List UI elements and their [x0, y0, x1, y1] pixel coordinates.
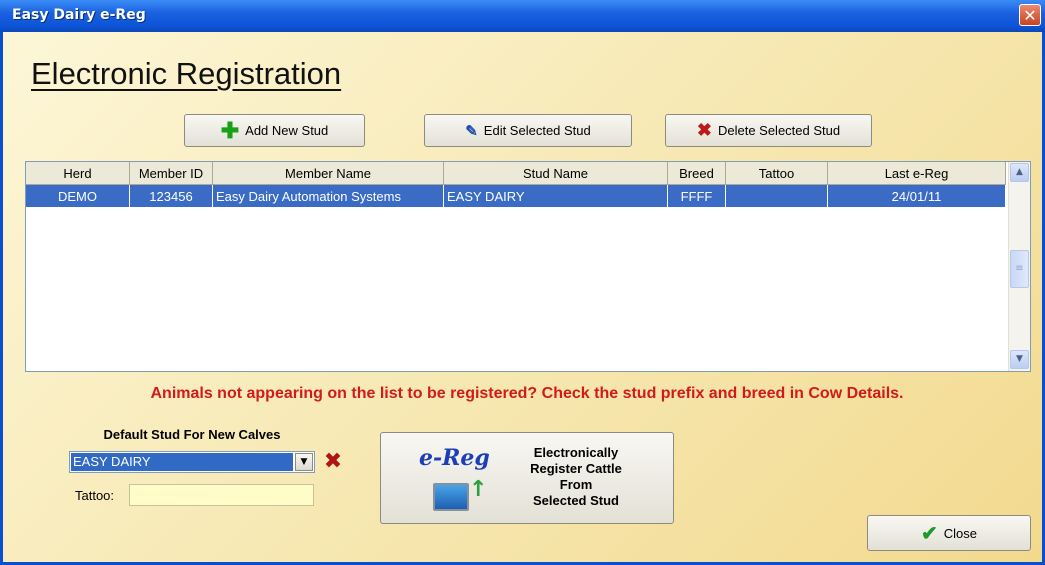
tattoo-input[interactable]	[129, 484, 314, 506]
delete-x-icon: ✖	[696, 120, 712, 140]
add-new-stud-button[interactable]: ✚ Add New Stud	[184, 114, 365, 147]
cell-herd: DEMO	[26, 185, 130, 207]
cell-tattoo	[726, 185, 828, 207]
default-stud-select[interactable]: EASY DAIRY ▼	[69, 451, 315, 473]
title-bar[interactable]: Easy Dairy e-Reg ✕	[0, 0, 1045, 32]
warning-message: Animals not appearing on the list to be …	[150, 385, 904, 402]
window-close-button[interactable]: ✕	[1019, 4, 1041, 26]
checkmark-icon: ✔	[920, 522, 938, 545]
vertical-scrollbar[interactable]: ▲ ≡ ▼	[1008, 162, 1030, 371]
electronically-register-button[interactable]: e-Reg ↑ Electronically Register Cattle F…	[380, 432, 674, 524]
column-header-member-id[interactable]: Member ID	[130, 162, 213, 184]
table-row[interactable]: DEMO 123456 Easy Dairy Automation System…	[26, 185, 1006, 207]
edit-selected-stud-label: Edit Selected Stud	[483, 123, 591, 138]
cell-member-id: 123456	[130, 185, 213, 207]
add-new-stud-label: Add New Stud	[245, 123, 329, 138]
scroll-down-button[interactable]: ▼	[1010, 350, 1029, 369]
column-header-herd[interactable]: Herd	[26, 162, 130, 184]
scroll-up-button[interactable]: ▲	[1010, 163, 1029, 182]
chevron-down-icon: ▼	[1016, 354, 1023, 364]
close-button-label: Close	[943, 525, 977, 541]
cell-breed: FFFF	[668, 185, 726, 207]
ereg-button-label: Electronically Register Cattle From Sele…	[491, 445, 661, 509]
close-icon: ✕	[1023, 6, 1037, 25]
dropdown-button[interactable]: ▼	[295, 453, 313, 471]
column-header-member-name[interactable]: Member Name	[213, 162, 444, 184]
clear-default-stud-button[interactable]: ✖	[321, 451, 345, 473]
ereg-logo: e-Reg	[419, 445, 490, 471]
plus-icon: ✚	[220, 117, 240, 143]
cell-last-ereg: 24/01/11	[828, 185, 1006, 207]
delete-selected-stud-label: Delete Selected Stud	[717, 123, 841, 138]
delete-selected-stud-button[interactable]: ✖ Delete Selected Stud	[665, 114, 872, 147]
ereg-line-2: Register Cattle	[530, 461, 622, 476]
default-stud-value: EASY DAIRY	[71, 453, 293, 471]
close-button[interactable]: ✔ Close	[867, 515, 1031, 551]
column-header-last-ereg[interactable]: Last e-Reg	[828, 162, 1006, 184]
table-header: Herd Member ID Member Name Stud Name Bre…	[26, 162, 1006, 185]
column-header-tattoo[interactable]: Tattoo	[726, 162, 828, 184]
app-window: Easy Dairy e-Reg ✕ Electronic Registrati…	[0, 0, 1045, 565]
chevron-down-icon: ▼	[300, 457, 308, 467]
cell-member-name: Easy Dairy Automation Systems	[213, 185, 444, 207]
stud-table[interactable]: Herd Member ID Member Name Stud Name Bre…	[25, 161, 1031, 372]
ereg-line-1: Electronically	[533, 445, 619, 460]
scroll-thumb[interactable]: ≡	[1010, 250, 1029, 288]
chevron-up-icon: ▲	[1016, 167, 1023, 177]
grip-icon: ≡	[1015, 263, 1024, 274]
column-header-stud-name[interactable]: Stud Name	[444, 162, 668, 184]
window-title: Easy Dairy e-Reg	[12, 7, 146, 23]
upload-arrow-icon: ↑	[469, 477, 488, 502]
page-title: Electronic Registration	[31, 56, 342, 91]
column-header-breed[interactable]: Breed	[668, 162, 726, 184]
ereg-line-4: Selected Stud	[533, 493, 619, 508]
default-stud-label: Default Stud For New Calves	[103, 427, 281, 442]
cell-stud-name: EASY DAIRY	[444, 185, 668, 207]
edit-selected-stud-button[interactable]: ✎ Edit Selected Stud	[424, 114, 632, 147]
delete-x-icon: ✖	[323, 449, 343, 474]
edit-icon: ✎	[465, 122, 478, 140]
computer-icon	[433, 483, 469, 511]
ereg-line-3: From	[559, 477, 593, 492]
tattoo-label: Tattoo:	[75, 488, 115, 503]
